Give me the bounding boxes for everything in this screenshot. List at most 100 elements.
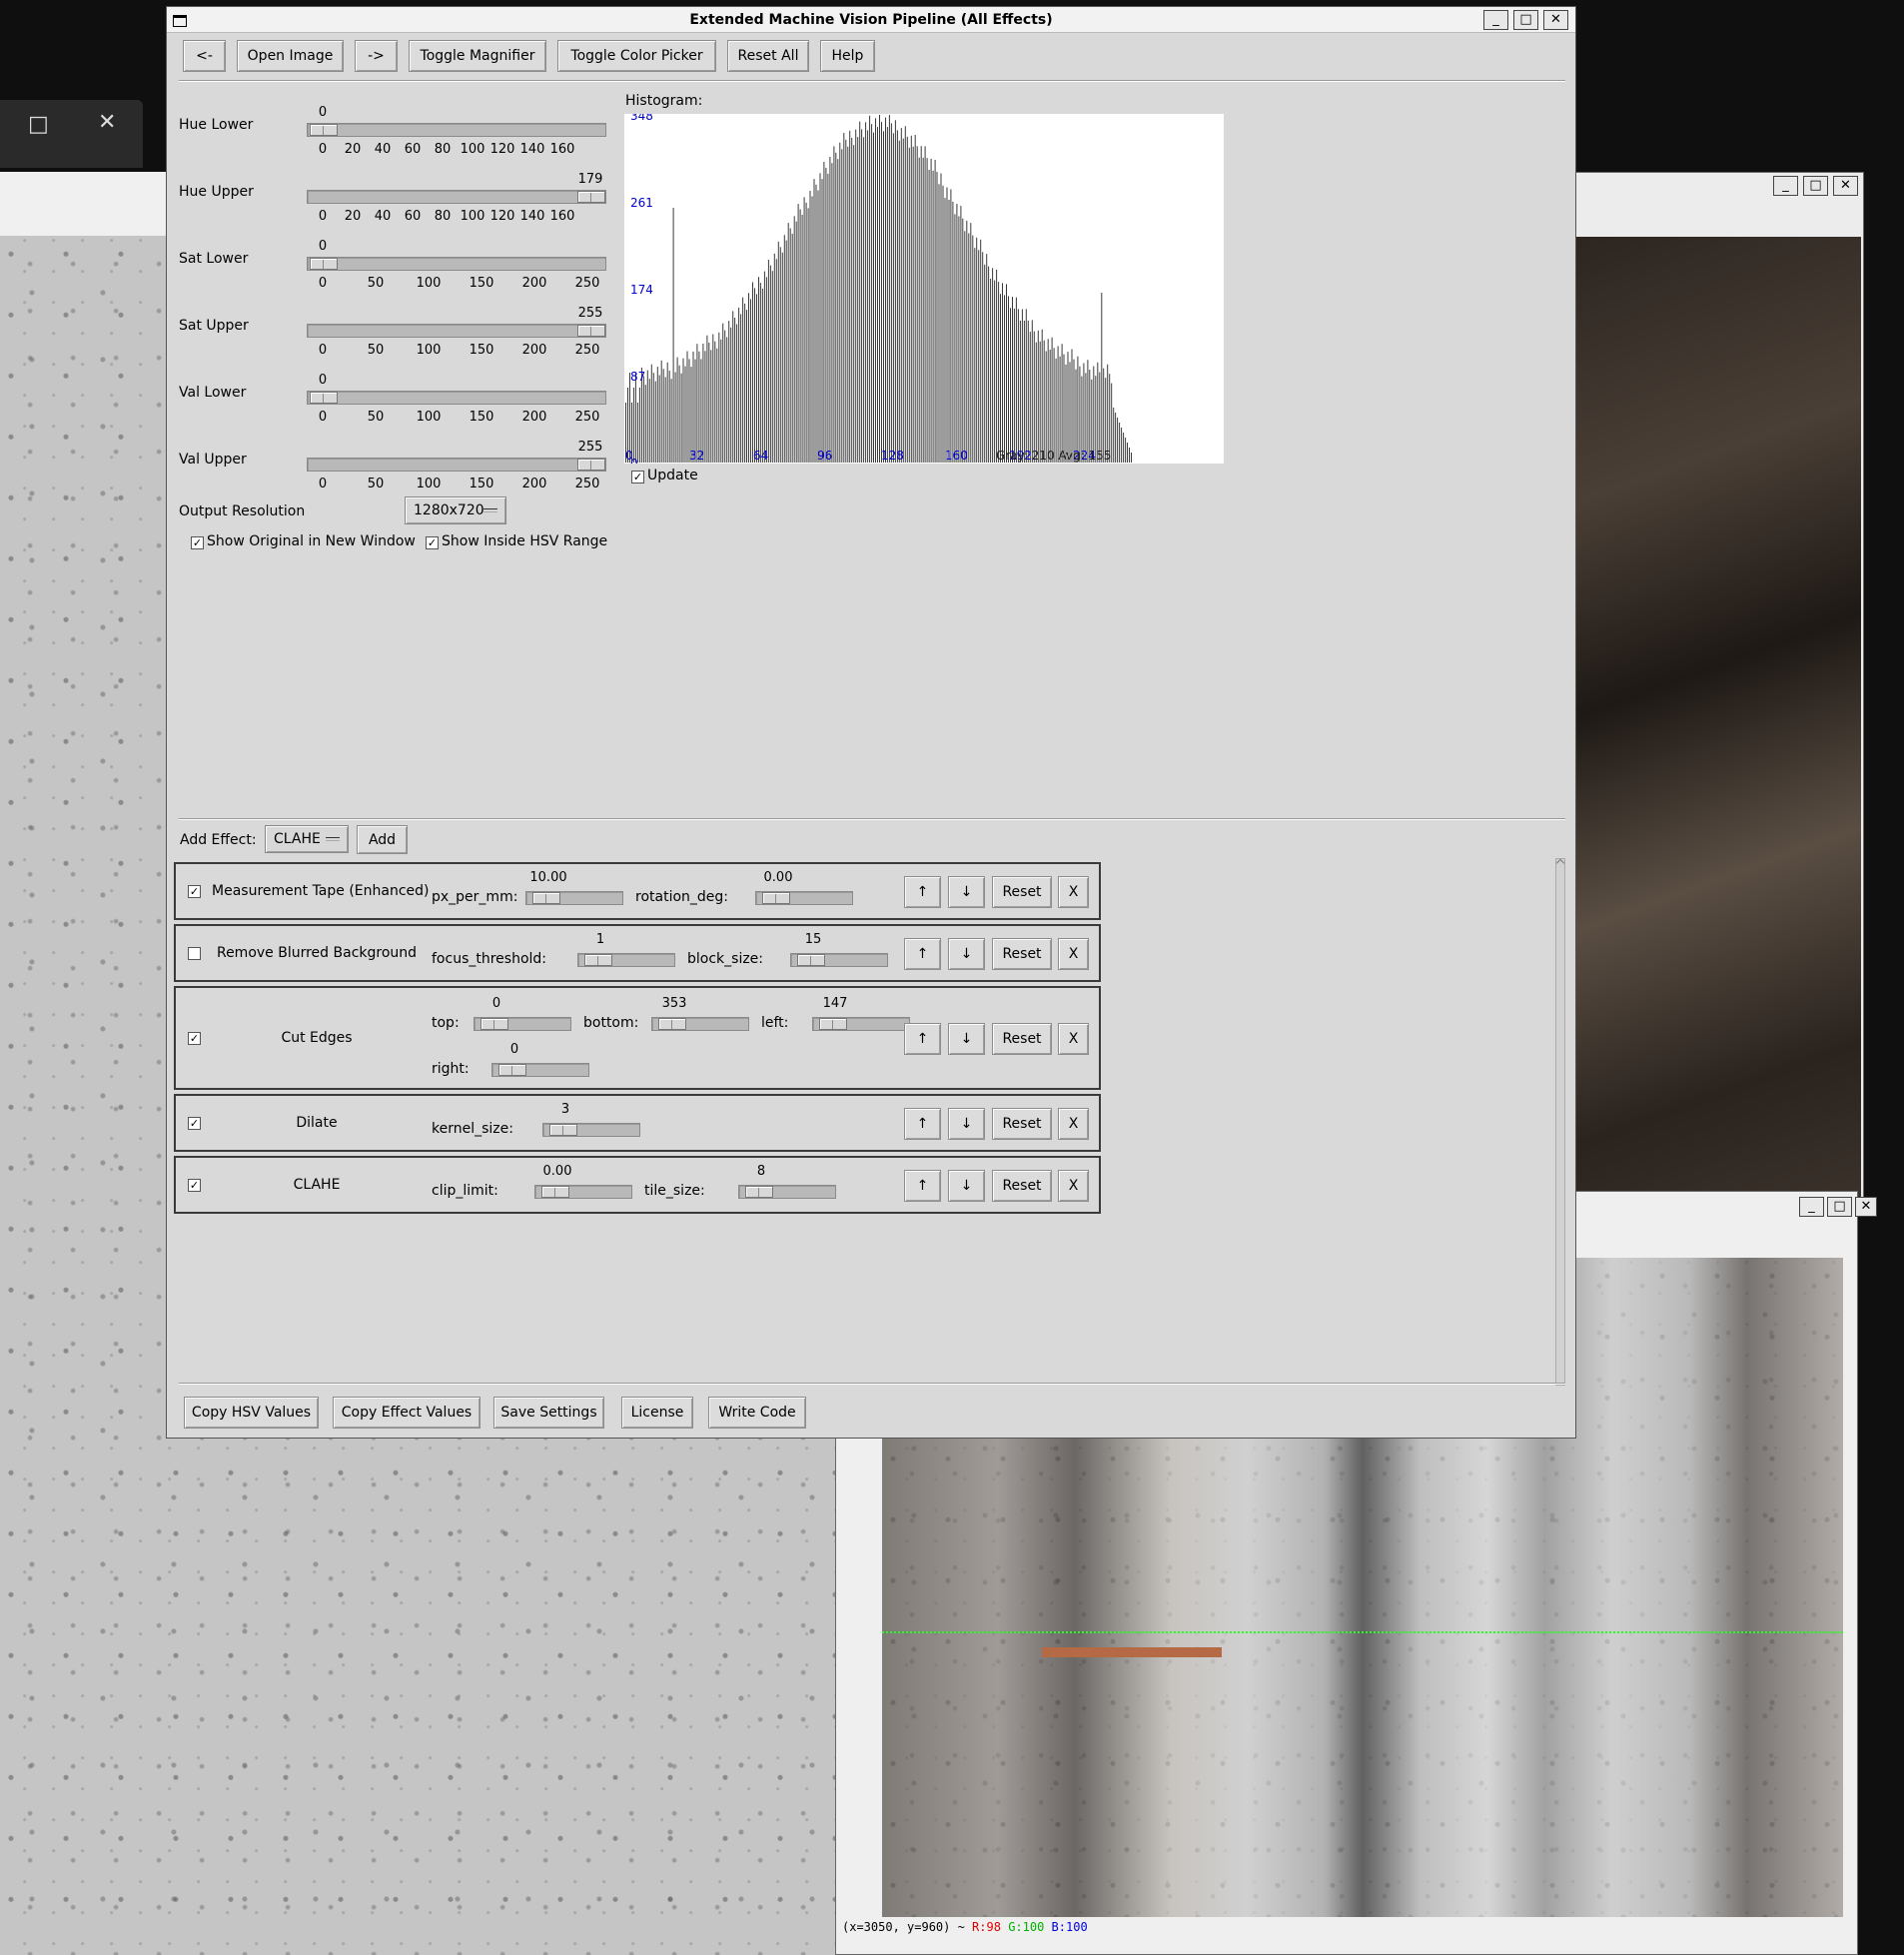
maximize-button[interactable]: □ [1803,176,1828,196]
slider-thumb[interactable] [549,1124,577,1136]
license-button[interactable]: License [621,1397,693,1429]
move-down-button[interactable]: ↓ [948,938,985,970]
effect-enabled-checkbox[interactable]: ✓ [188,1179,201,1192]
histogram-bar [732,311,734,463]
effect-enabled-checkbox[interactable]: ✓ [188,1117,201,1130]
effects-scrollbar[interactable] [1555,858,1565,1386]
slider-thumb[interactable] [498,1064,526,1076]
effect-param-slider[interactable] [542,1123,640,1137]
reset-effect-button[interactable]: Reset [992,1170,1052,1202]
reset-effect-button[interactable]: Reset [992,876,1052,908]
effect-enabled-checkbox[interactable]: ✓ [188,885,201,898]
effect-param-slider[interactable] [577,953,675,967]
effect-param-slider[interactable] [790,953,888,967]
show-inside-hsv-checkbox[interactable]: ✓ [426,536,439,549]
slider-thumb[interactable] [584,954,612,966]
slider-thumb[interactable] [745,1186,773,1198]
maximize-button[interactable]: □ [1827,1197,1852,1217]
output-resolution-select[interactable]: 1280x720 [405,496,506,524]
effect-enabled-checkbox[interactable]: ✓ [188,1032,201,1045]
hsv-slider-trough[interactable] [307,458,606,472]
slider-thumb[interactable] [577,459,605,471]
move-up-button[interactable]: ↑ [904,876,941,908]
histogram-bar [678,365,680,463]
slider-thumb[interactable] [310,392,338,404]
effect-param-slider[interactable] [474,1017,571,1031]
reset-all-button[interactable]: Reset All [727,40,809,72]
add-effect-select[interactable]: CLAHE [265,825,349,853]
slider-thumb[interactable] [577,325,605,337]
move-down-button[interactable]: ↓ [948,876,985,908]
remove-effect-button[interactable]: X [1058,1170,1089,1202]
effect-param-slider[interactable] [812,1017,910,1031]
close-button[interactable]: ✕ [1855,1197,1877,1217]
histogram-bar [809,191,811,463]
effect-param-slider[interactable] [491,1063,589,1077]
histogram-bar [926,158,928,463]
remove-effect-button[interactable]: X [1058,938,1089,970]
toggle-magnifier-button[interactable]: Toggle Magnifier [409,40,546,72]
hsv-slider-trough[interactable] [307,324,606,338]
effect-param-slider[interactable] [755,891,853,905]
open-image-button[interactable]: Open Image [237,40,344,72]
histogram-bar [1023,321,1025,463]
slider-thumb[interactable] [310,258,338,270]
add-effect-button[interactable]: Add [357,825,408,854]
effect-param-slider[interactable] [525,891,623,905]
effect-param-slider[interactable] [534,1185,632,1199]
histogram-bar [890,123,892,464]
save-settings-button[interactable]: Save Settings [493,1397,604,1429]
minimize-button[interactable]: _ [1799,1197,1824,1217]
slider-thumb[interactable] [797,954,825,966]
close-icon[interactable]: ✕ [98,110,116,135]
slider-thumb[interactable] [658,1018,686,1030]
effect-param-slider[interactable] [651,1017,749,1031]
move-down-button[interactable]: ↓ [948,1023,985,1055]
remove-effect-button[interactable]: X [1058,876,1089,908]
remove-effect-button[interactable]: X [1058,1108,1089,1140]
histogram-bar [1127,443,1128,463]
remove-effect-button[interactable]: X [1058,1023,1089,1055]
scroll-up-arrow-icon[interactable] [1555,858,1565,868]
slider-thumb[interactable] [480,1018,508,1030]
close-button[interactable]: ✕ [1543,10,1568,30]
close-button[interactable]: ✕ [1833,176,1858,196]
effect-enabled-checkbox[interactable] [188,947,201,960]
hsv-slider-trough[interactable] [307,391,606,405]
move-down-button[interactable]: ↓ [948,1108,985,1140]
slider-thumb[interactable] [310,124,338,136]
back-button[interactable]: <- [183,40,226,72]
reset-effect-button[interactable]: Reset [992,1108,1052,1140]
maximize-icon[interactable]: □ [28,112,49,137]
hsv-slider-trough[interactable] [307,123,606,137]
update-checkbox[interactable]: ✓ [631,471,644,484]
reset-effect-button[interactable]: Reset [992,938,1052,970]
slider-thumb[interactable] [577,191,605,203]
toggle-color-picker-button[interactable]: Toggle Color Picker [557,40,716,72]
move-up-button[interactable]: ↑ [904,938,941,970]
effect-param-slider[interactable] [738,1185,836,1199]
write-code-button[interactable]: Write Code [708,1397,806,1429]
slider-thumb[interactable] [762,892,790,904]
move-down-button[interactable]: ↓ [948,1170,985,1202]
histogram-bar [660,360,662,463]
minimize-button[interactable]: _ [1483,10,1508,30]
move-up-button[interactable]: ↑ [904,1170,941,1202]
maximize-button[interactable]: □ [1513,10,1538,30]
copy-effect-values-button[interactable]: Copy Effect Values [333,1397,480,1429]
hsv-slider-trough[interactable] [307,190,606,204]
help-button[interactable]: Help [820,40,875,72]
effect-name: Measurement Tape (Enhanced) [212,883,430,899]
move-up-button[interactable]: ↑ [904,1023,941,1055]
slider-thumb[interactable] [819,1018,847,1030]
show-original-checkbox[interactable]: ✓ [191,536,204,549]
hsv-slider-trough[interactable] [307,257,606,271]
move-up-button[interactable]: ↑ [904,1108,941,1140]
reset-effect-button[interactable]: Reset [992,1023,1052,1055]
minimize-button[interactable]: _ [1773,176,1798,196]
forward-button[interactable]: -> [355,40,398,72]
copy-hsv-values-button[interactable]: Copy HSV Values [184,1397,319,1429]
slider-thumb[interactable] [532,892,560,904]
slider-thumb[interactable] [541,1186,569,1198]
histogram-bar [694,359,696,463]
